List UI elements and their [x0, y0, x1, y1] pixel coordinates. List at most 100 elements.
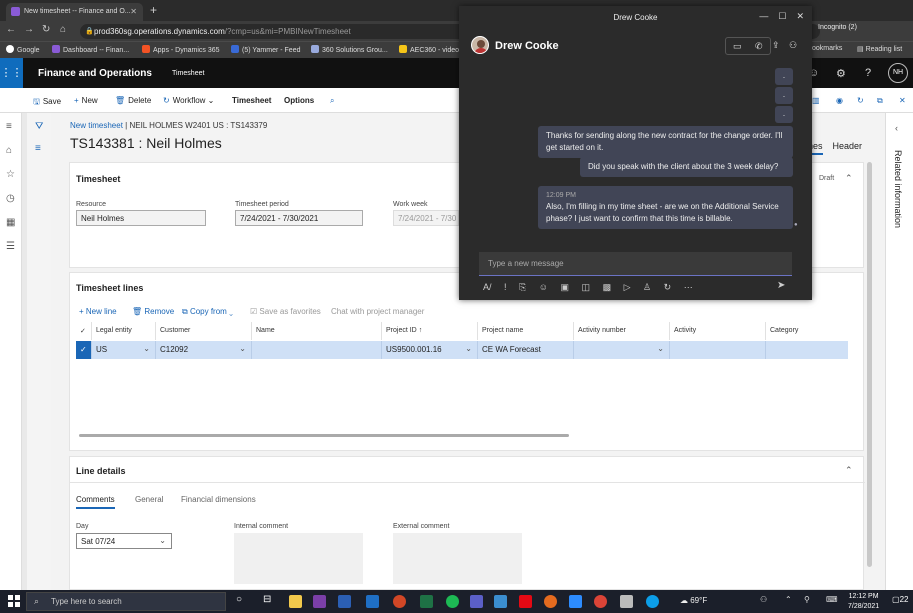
- close-page-icon[interactable]: ✕: [899, 96, 906, 105]
- col-category[interactable]: Category: [766, 322, 858, 340]
- new-line-button[interactable]: + New line: [79, 307, 117, 316]
- zoom-icon[interactable]: [569, 595, 582, 608]
- snip-icon[interactable]: [620, 595, 633, 608]
- table-cell-project-name[interactable]: CE WA Forecast: [478, 341, 574, 359]
- loop-icon[interactable]: ↻: [664, 282, 672, 292]
- spotify-icon[interactable]: [446, 595, 459, 608]
- home-icon[interactable]: ⌂: [6, 145, 12, 156]
- new-button[interactable]: + New: [74, 96, 98, 105]
- resource-field[interactable]: Neil Holmes: [76, 210, 206, 226]
- help-icon[interactable]: ?: [865, 67, 871, 79]
- workweek-field[interactable]: 7/24/2021 - 7/30: [393, 210, 459, 226]
- format-icon[interactable]: A/: [483, 282, 492, 292]
- bookmark-360-solutions[interactable]: 360 Solutions Grou...: [311, 45, 388, 54]
- col-activity-number[interactable]: Activity number: [574, 322, 670, 340]
- workspaces-icon[interactable]: ▦: [6, 217, 15, 228]
- network-icon[interactable]: ⚲: [804, 595, 810, 604]
- bookmark-google[interactable]: Google: [6, 45, 40, 54]
- weather-widget[interactable]: ☁ 69°F: [680, 596, 707, 605]
- chat-pm-button[interactable]: Chat with project manager: [331, 307, 424, 316]
- timesheet-tab[interactable]: Timesheet: [232, 96, 271, 105]
- delete-button[interactable]: 🗑 Delete: [115, 96, 151, 105]
- menu-icon[interactable]: ≡: [6, 121, 12, 132]
- filter-icon[interactable]: ⛛: [35, 121, 43, 132]
- table-cell-project-id[interactable]: US9500.001.16 ⌄: [382, 341, 478, 359]
- col-customer[interactable]: Customer: [156, 322, 252, 340]
- modules-icon[interactable]: ☰: [6, 241, 15, 252]
- row-checkbox[interactable]: ✓: [76, 341, 92, 359]
- attach-icon[interactable]: ⎘: [519, 282, 526, 292]
- tab-comments[interactable]: Comments: [76, 495, 115, 509]
- remove-button[interactable]: 🗑 Remove: [132, 307, 174, 316]
- share-screen-icon[interactable]: ⇪: [772, 40, 780, 51]
- add-people-icon[interactable]: ⚇: [789, 40, 797, 51]
- day-select[interactable]: Sat 07/24 ⌄: [76, 533, 172, 549]
- onenote-icon[interactable]: [313, 595, 326, 608]
- netflix-icon[interactable]: [519, 595, 532, 608]
- audio-call-icon[interactable]: ✆: [755, 41, 763, 52]
- bookmark-dashboard[interactable]: Dashboard -- Finan...: [52, 45, 129, 54]
- new-tab-icon[interactable]: +: [150, 3, 157, 17]
- notification-icon[interactable]: ◉: [836, 96, 843, 105]
- tab-financial-dimensions[interactable]: Financial dimensions: [181, 495, 256, 504]
- gif-icon[interactable]: ▣: [561, 282, 570, 292]
- file-explorer-icon[interactable]: [289, 595, 302, 608]
- timesheet-lines-title[interactable]: Timesheet lines: [76, 283, 143, 293]
- edge-icon[interactable]: [646, 595, 659, 608]
- recent-icon[interactable]: ◷: [6, 193, 15, 204]
- cortana-icon[interactable]: ○: [236, 594, 242, 605]
- app-icon[interactable]: [494, 595, 507, 608]
- app-launcher-icon[interactable]: ⋮⋮: [0, 58, 23, 88]
- bookmark-yammer[interactable]: (5) Yammer - Feed: [231, 45, 300, 54]
- table-cell-category[interactable]: [766, 341, 848, 359]
- app-icon[interactable]: [544, 595, 557, 608]
- chrome-icon[interactable]: [594, 595, 607, 608]
- table-cell-name[interactable]: [252, 341, 382, 359]
- copy-from-button[interactable]: ⧉ Copy from ⌄: [182, 307, 233, 317]
- reload-icon[interactable]: ↻: [42, 24, 50, 35]
- tab-general[interactable]: General: [135, 495, 163, 504]
- compose-message-input[interactable]: Type a new message: [479, 252, 792, 276]
- table-cell-customer[interactable]: C12092 ⌄: [156, 341, 252, 359]
- send-icon[interactable]: ➤: [777, 280, 785, 291]
- settings-gear-icon[interactable]: ⚙: [836, 67, 846, 80]
- windows-start-icon[interactable]: [8, 595, 20, 607]
- col-legal-entity[interactable]: Legal entity: [92, 322, 156, 340]
- options-tab[interactable]: Options: [284, 96, 314, 105]
- video-call-icon[interactable]: ▭: [733, 41, 742, 52]
- table-cell-activity-number[interactable]: ⌄: [574, 341, 670, 359]
- col-name[interactable]: Name: [252, 322, 382, 340]
- bookmark-apps[interactable]: Apps - Dynamics 365: [142, 45, 220, 54]
- timesheet-card-title[interactable]: Timesheet: [76, 174, 120, 184]
- praise-icon[interactable]: ♙: [643, 282, 651, 292]
- emoji-icon[interactable]: ☺: [539, 282, 548, 292]
- incognito-indicator[interactable]: Incognito (2): [818, 24, 857, 31]
- keyboard-icon[interactable]: ⌨: [826, 595, 838, 604]
- close-tab-icon[interactable]: ✕: [130, 7, 137, 16]
- contact-avatar[interactable]: [471, 36, 489, 54]
- outlook-icon[interactable]: [366, 595, 379, 608]
- select-all-checkbox[interactable]: ✓: [76, 322, 92, 340]
- forward-icon[interactable]: →: [24, 24, 34, 35]
- meet-icon[interactable]: ▩: [603, 282, 612, 292]
- external-comment-textarea[interactable]: [393, 533, 522, 584]
- notifications-icon[interactable]: ▢22: [892, 595, 908, 604]
- tray-overflow-icon[interactable]: ⌃: [785, 595, 792, 604]
- workflow-button[interactable]: ↻ Workflow ⌄: [163, 96, 214, 105]
- favorites-icon[interactable]: ☆: [6, 169, 15, 180]
- excel-icon[interactable]: [420, 595, 433, 608]
- taskbar-search-input[interactable]: ⌕ Type here to search: [26, 592, 226, 611]
- col-activity[interactable]: Activity: [670, 322, 766, 340]
- col-project-name[interactable]: Project name: [478, 322, 574, 340]
- search-icon[interactable]: ⌕: [330, 96, 334, 106]
- related-information-label[interactable]: Related information: [893, 150, 903, 228]
- col-project-id[interactable]: Project ID ↑: [382, 322, 478, 340]
- bookmarks-overflow[interactable]: ookmarks: [812, 45, 842, 52]
- contact-name[interactable]: Drew Cooke: [495, 40, 559, 52]
- sticker-icon[interactable]: ◫: [582, 282, 591, 292]
- chevron-up-icon[interactable]: ⌃: [845, 465, 853, 476]
- refresh-icon[interactable]: ↻: [857, 96, 864, 105]
- list-icon[interactable]: ≡: [35, 143, 41, 154]
- maximize-icon[interactable]: ☐: [778, 11, 786, 21]
- stream-icon[interactable]: ▷: [624, 282, 631, 292]
